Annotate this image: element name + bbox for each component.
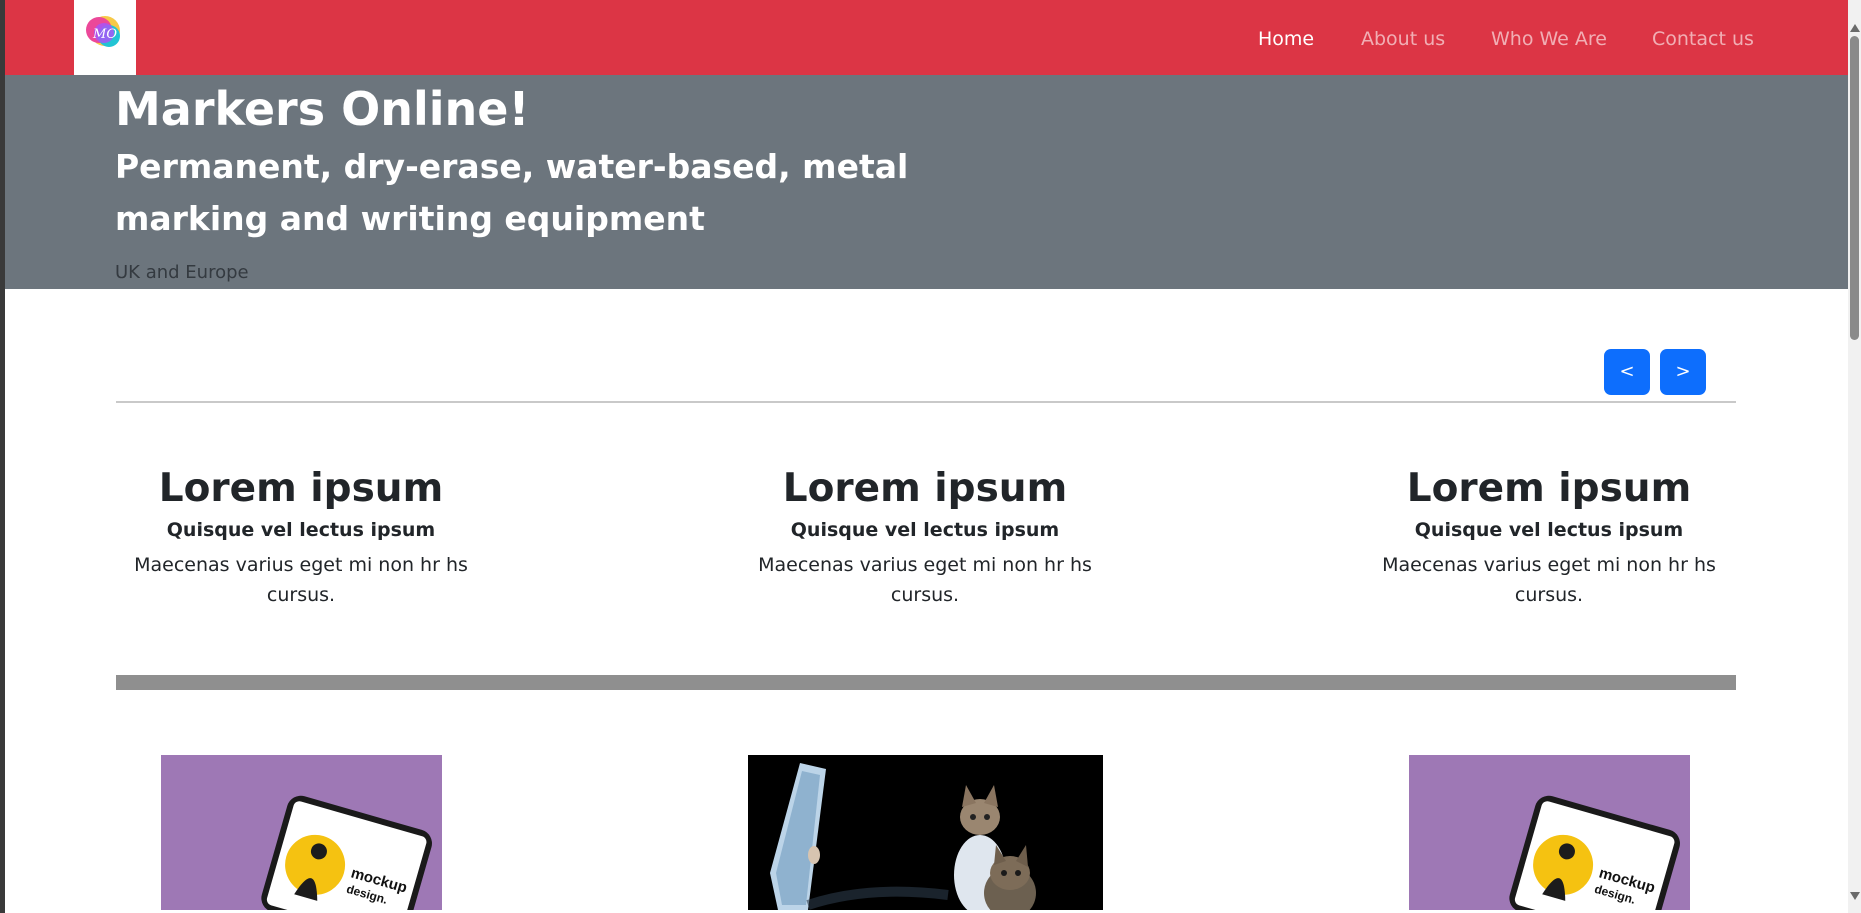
brand-logo[interactable]: MO: [74, 0, 136, 75]
gallery-image-1: mockup design.: [161, 755, 442, 910]
nav-contact-us[interactable]: Contact us: [1652, 26, 1754, 52]
logo-text: MO: [92, 27, 117, 42]
page-scrollbar[interactable]: [1848, 0, 1861, 913]
scrollbar-thumb[interactable]: [1850, 36, 1859, 340]
tablet-mockup-image: mockup design.: [161, 755, 442, 910]
feature-subtitle: Quisque vel lectus ipsum: [166, 519, 436, 541]
top-navbar: MO Home About us Who We Are Contact us: [5, 0, 1848, 75]
kittens-image: [748, 755, 1103, 910]
feature-text: Maecenas varius eget mi non hr hs cursus…: [1382, 554, 1716, 606]
hero-banner: Markers Online! Permanent, dry-erase, wa…: [5, 75, 1848, 289]
carousel-prev-button[interactable]: <: [1604, 349, 1650, 395]
feature-text: Maecenas varius eget mi non hr hs cursus…: [134, 554, 468, 606]
nav-who-we-are[interactable]: Who We Are: [1491, 26, 1607, 52]
tablet-mockup-image: mockup design.: [1409, 755, 1690, 910]
scroll-up-arrow-icon[interactable]: [1850, 24, 1860, 32]
feature-column-1: Lorem ipsum Quisque vel lectus ipsum Mae…: [106, 462, 496, 610]
feature-column-3: Lorem ipsum Quisque vel lectus ipsum Mae…: [1354, 462, 1744, 610]
feature-title: Lorem ipsum: [158, 466, 444, 511]
feature-subtitle: Quisque vel lectus ipsum: [1414, 519, 1684, 541]
hero-title: Markers Online!: [115, 82, 530, 136]
feature-column-2: Lorem ipsum Quisque vel lectus ipsum Mae…: [730, 462, 1120, 610]
logo-blob-icon: MO: [86, 16, 120, 47]
feature-title: Lorem ipsum: [1406, 466, 1692, 511]
section-divider-thick: [116, 675, 1736, 690]
nav-home[interactable]: Home: [1258, 26, 1314, 52]
gallery-image-2: [748, 755, 1103, 910]
scroll-down-arrow-icon[interactable]: [1850, 892, 1860, 900]
feature-text: Maecenas varius eget mi non hr hs cursus…: [758, 554, 1092, 606]
carousel-next-button[interactable]: >: [1660, 349, 1706, 395]
feature-subtitle: Quisque vel lectus ipsum: [790, 519, 1060, 541]
gallery-image-3: mockup design.: [1409, 755, 1690, 910]
feature-title: Lorem ipsum: [782, 466, 1068, 511]
nav-about-us[interactable]: About us: [1361, 26, 1445, 52]
hero-subtitle: Permanent, dry-erase, water-based, metal…: [115, 147, 909, 238]
hero-region: UK and Europe: [115, 262, 249, 283]
section-divider: [116, 401, 1736, 403]
